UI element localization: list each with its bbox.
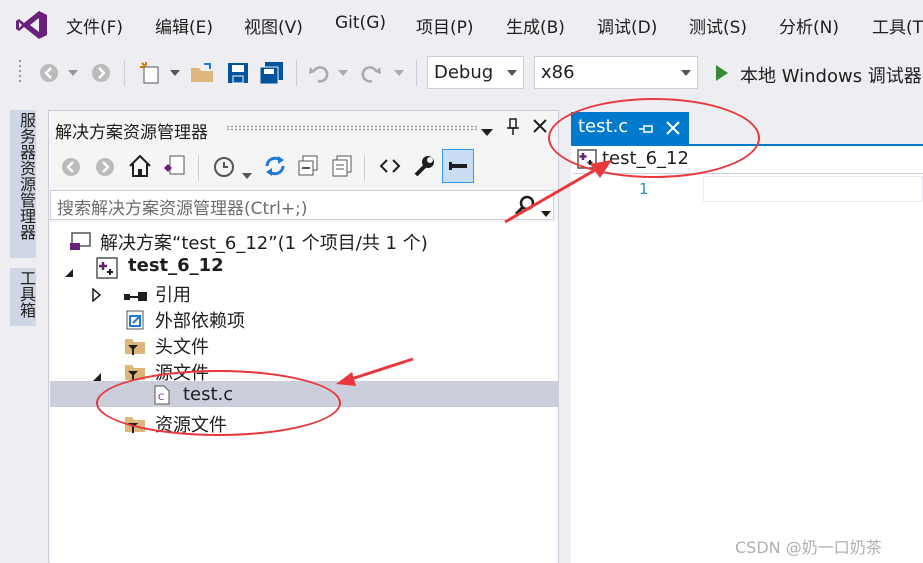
annotation-arrows: [336, 160, 612, 386]
watermark: CSDN @奶一口奶茶: [735, 538, 882, 557]
